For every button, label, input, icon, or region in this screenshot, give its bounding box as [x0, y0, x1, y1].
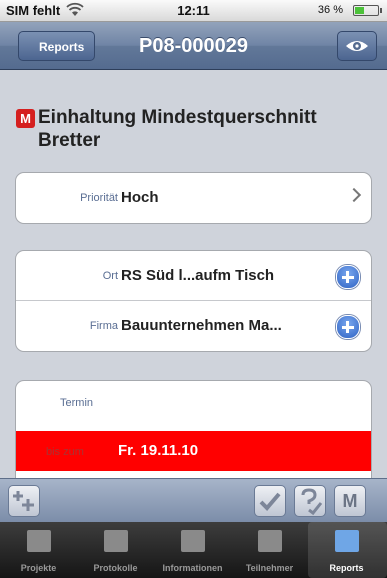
due-label: bis zum — [46, 446, 84, 458]
priority-group: Priorität Hoch — [15, 172, 372, 224]
check-button[interactable] — [254, 485, 286, 517]
add-plus-icon — [13, 491, 34, 511]
navigation-bar: Reports P08-000029 — [0, 22, 387, 70]
status-bar: SIM fehlt 12:11 36 % — [0, 0, 387, 22]
m-button[interactable]: M — [334, 485, 366, 517]
tab-protokolle[interactable]: Protokolle — [77, 522, 154, 578]
checkmark-icon — [259, 492, 281, 511]
firma-row[interactable]: Firma Bauunternehmen Ma... — [16, 301, 371, 351]
calendar-icon — [181, 530, 205, 552]
tab-reports[interactable]: Reports — [308, 522, 387, 578]
ort-label: Ort — [102, 270, 118, 282]
action-toolbar: M — [0, 478, 387, 522]
tab-label: Protokolle — [93, 563, 138, 573]
termin-label: Termin — [60, 397, 94, 409]
tab-label: Projekte — [20, 563, 57, 573]
people-icon — [258, 530, 282, 552]
folder-icon — [27, 530, 51, 552]
ort-row[interactable]: Ort RS Süd l...aufm Tisch — [16, 251, 371, 301]
report-heading: M Einhaltung Mindestquerschnitt Bretter — [16, 106, 371, 152]
tab-label: Reports — [329, 563, 364, 573]
location-group: Ort RS Süd l...aufm Tisch Firma Bauunter… — [15, 250, 372, 352]
priority-value: Hoch — [121, 189, 159, 206]
tab-label: Informationen — [162, 563, 223, 573]
m-badge: M — [16, 109, 35, 128]
clipboard-icon — [335, 530, 359, 552]
priority-label: Priorität — [80, 192, 118, 204]
report-title: Einhaltung Mindestquerschnitt Bretter — [38, 107, 317, 151]
page-title: P08-000029 — [139, 35, 248, 57]
tab-label: Teilnehmer — [245, 563, 294, 573]
due-date-row[interactable]: bis zum Fr. 19.11.10 — [16, 431, 371, 471]
question-check-button[interactable] — [294, 485, 326, 517]
question-check-icon — [301, 488, 323, 516]
tab-bar: Projekte Protokolle Informationen Teilne… — [0, 522, 387, 578]
battery-icon — [353, 5, 382, 16]
tab-teilnehmer[interactable]: Teilnehmer — [231, 522, 308, 578]
add-item-button[interactable] — [8, 485, 40, 517]
view-button[interactable] — [337, 31, 377, 61]
termin-group: Termin bis zum Fr. 19.11.10 — [15, 380, 372, 478]
tab-informationen[interactable]: Informationen — [154, 522, 231, 578]
add-ort-icon[interactable] — [336, 265, 360, 289]
add-firma-icon[interactable] — [336, 315, 360, 339]
eye-icon — [346, 41, 368, 51]
ort-value: RS Süd l...aufm Tisch — [121, 267, 275, 284]
due-date-value: Fr. 19.11.10 — [118, 442, 199, 459]
priority-row[interactable]: Priorität Hoch — [16, 173, 371, 223]
tab-projekte[interactable]: Projekte — [0, 522, 77, 578]
report-detail: M Einhaltung Mindestquerschnitt Bretter … — [0, 70, 387, 478]
firma-value: Bauunternehmen Ma... — [121, 317, 282, 334]
battery-percent: 36 % — [317, 4, 343, 16]
chevron-right-icon — [346, 187, 362, 203]
protocol-icon — [104, 530, 128, 552]
firma-label: Firma — [89, 320, 118, 332]
